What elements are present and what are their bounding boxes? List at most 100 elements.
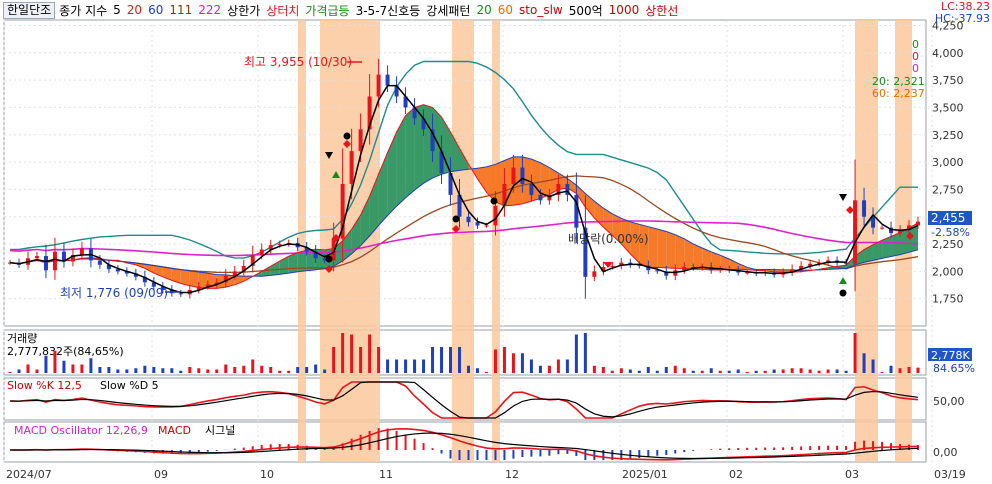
candle-body [466,216,471,223]
x-tick-label: 10 [260,468,274,481]
ma20-label: 20 [126,3,143,17]
symbol-name[interactable]: 한일단조 [3,1,56,19]
high-annotation: 최고 3,955 (10/30) [244,55,352,69]
y-tick-label: 2,000 [932,265,964,278]
volume-bar [664,367,668,373]
volume-bar [871,359,875,373]
volume-bar [574,334,578,373]
chart-legend: 한일단조 종가 지수 5 20 60 111 222 상한가 상터치 가격급등 … [0,0,870,20]
volume-bar [377,347,381,373]
volume-bar [107,367,111,373]
volume-bar [853,333,857,373]
volume-bar [493,349,497,373]
y-tick-label: 4,000 [932,47,964,60]
volume-bar [754,370,758,373]
candle-body [511,167,516,184]
volume-bar [251,359,255,373]
legend-20: 20 [476,3,492,17]
macd-title-3: 시그널 [205,424,235,437]
ichimoku-cloud [666,231,676,269]
volume-bar [781,369,785,373]
volume-right-value: 2,778K [931,349,970,362]
candle-body [880,227,885,229]
volume-bar [790,368,794,373]
low-annotation: 최저 1,776 (09/09) [60,286,168,300]
close-index-label: 종가 지수 [59,3,108,18]
signal-dot [839,289,847,297]
volume-bar [700,370,704,373]
ichimoku-cloud [405,107,415,198]
candle-body [79,248,84,255]
volume-bar [386,359,390,373]
volume-bar [511,353,515,373]
ichimoku-cloud [648,226,658,269]
volume-bar [134,368,138,373]
macd-title-2: MACD [158,424,191,437]
volume-bar [898,368,902,373]
volume-bar [224,364,228,373]
legend-upper-limit: 상한가 [227,3,261,18]
volume-bar [449,347,453,373]
volume-bar [8,372,12,373]
candle-body [916,221,920,226]
volume-bar [646,367,650,373]
volume-bar [260,365,264,373]
volume-bar [673,365,677,373]
volume-bar [916,367,920,373]
volume-bar [422,359,426,373]
ma60-label: 60 [148,3,164,17]
price-change-pct: -2.58% [931,226,970,239]
volume-bar [341,333,345,373]
candle-body [52,251,57,271]
volume-bar [53,350,57,373]
volume-bar [332,347,336,373]
volume-bar [583,333,587,373]
legend-sto-slw: sto_slw [519,3,563,17]
volume-bar [35,369,39,373]
volume-bar [197,368,201,373]
volume-bar [619,368,623,373]
volume-bar [520,353,524,373]
candle-body [277,244,282,246]
volume-bar [808,369,812,373]
volume-bar [314,364,318,373]
y-tick-label: 3,000 [932,156,964,169]
volume-bar [116,369,120,373]
y-tick-label: 2,750 [932,183,964,196]
right-zero-3: 0 [912,62,919,75]
x-tick-label: 09 [154,468,168,481]
volume-bar [152,367,156,373]
signal-dot [452,215,460,223]
volume-bar [458,347,462,373]
candle-body [862,200,867,217]
volume-bar [269,367,273,373]
volume-bar [287,370,291,373]
candle-body [34,256,39,259]
volume-bar [80,364,84,373]
volume-bar [709,368,713,373]
volume-bar [431,347,435,373]
volume-bar [143,365,147,373]
candle-body [610,265,615,267]
legend-upper-touch: 상터치 [266,3,300,18]
ichimoku-cloud [657,228,667,268]
x-tick-label: 2024/07 [6,468,52,481]
volume-bar [350,334,354,373]
stoch-title-2: Slow %D 5 [100,379,159,392]
highlight-band [492,20,500,462]
volume-bar [601,367,605,373]
legend-traffic-light: 3-5-7신호등 [355,3,421,18]
volume-bar [844,370,848,373]
candle-body [592,271,597,277]
volume-bar [502,347,506,373]
volume-bar [206,369,210,373]
volume-title: 거래량 [7,332,37,345]
volume-bar [89,358,93,373]
volume-bar [484,372,488,373]
volume-bar [71,364,75,373]
volume-bar [395,359,399,373]
y-tick-label: 2,250 [932,238,964,251]
candle-body [385,74,390,86]
volume-bar [889,365,893,373]
ex-dividend-annotation: 배당락(0.00%) [568,232,649,246]
